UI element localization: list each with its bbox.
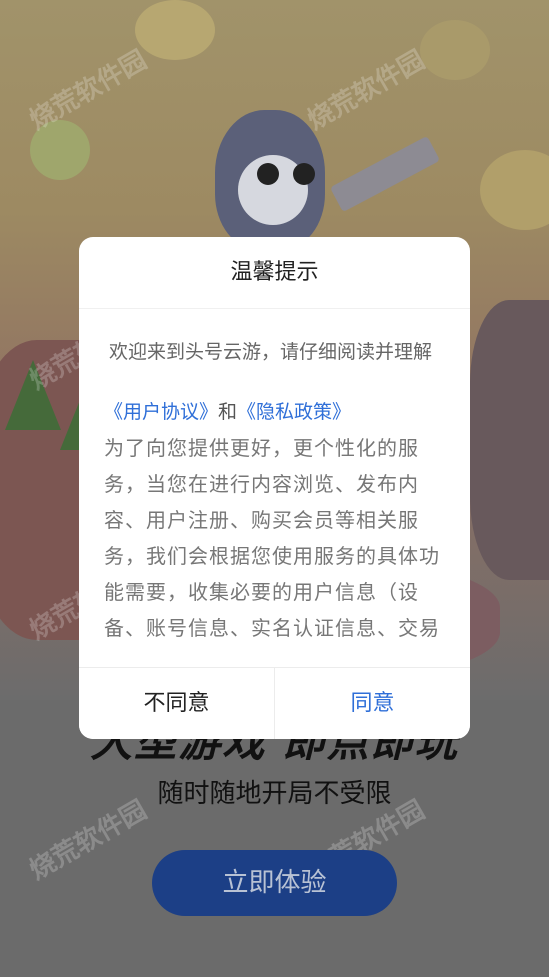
accept-button[interactable]: 同意 bbox=[275, 668, 470, 739]
and-text: 和 bbox=[218, 401, 238, 423]
sword-decoration bbox=[329, 135, 441, 213]
intro-text: 欢迎来到头号云游，请仔细阅读并理解 bbox=[109, 341, 433, 363]
try-now-button[interactable]: 立即体验 bbox=[152, 850, 397, 916]
game-character-eye bbox=[293, 163, 315, 185]
user-agreement-link[interactable]: 《用户协议》 bbox=[104, 401, 218, 423]
privacy-dialog: 温馨提示 欢迎来到头号云游，请仔细阅读并理解 《用户协议》和《隐私政策》 为了向… bbox=[79, 237, 470, 739]
subheadline: 随时随地开局不受限 bbox=[157, 779, 392, 809]
dialog-content[interactable]: 欢迎来到头号云游，请仔细阅读并理解 《用户协议》和《隐私政策》 为了向您提供更好… bbox=[79, 337, 470, 667]
privacy-policy-link[interactable]: 《隐私政策》 bbox=[237, 401, 351, 423]
coin-decoration bbox=[135, 0, 215, 60]
dialog-actions: 不同意 同意 bbox=[79, 667, 470, 739]
dialog-title: 温馨提示 bbox=[79, 237, 470, 309]
policy-links: 《用户协议》和《隐私政策》 bbox=[104, 397, 444, 427]
dialog-body-text: 为了向您提供更好，更个性化的服务，当您在进行内容浏览、发布内容、用户注册、购买会… bbox=[104, 436, 440, 640]
decline-button[interactable]: 不同意 bbox=[79, 668, 275, 739]
coin-decoration bbox=[480, 150, 549, 230]
game-character-eye bbox=[257, 163, 279, 185]
floating-island bbox=[470, 300, 549, 580]
